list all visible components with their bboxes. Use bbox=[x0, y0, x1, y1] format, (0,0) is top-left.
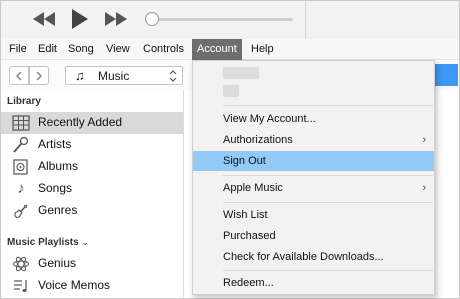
menu-item-label: Apple Music bbox=[223, 182, 283, 194]
playlists-heading-label: Music Playlists bbox=[7, 237, 79, 248]
account-avatar-placeholder bbox=[223, 67, 259, 79]
menu-item-purchased[interactable]: Purchased bbox=[193, 226, 434, 246]
chevron-left-icon bbox=[15, 71, 22, 81]
volume-slider-track[interactable] bbox=[153, 18, 293, 21]
lcd-display-area bbox=[305, 1, 459, 39]
chevron-right-icon bbox=[36, 71, 43, 81]
sidebar-item-label: Songs bbox=[38, 181, 73, 195]
sidebar-item-artists[interactable]: Artists bbox=[1, 134, 183, 156]
fast-forward-icon[interactable] bbox=[103, 10, 129, 28]
updown-chevron-icon bbox=[169, 70, 177, 82]
menu-item-sign-out[interactable]: Sign Out bbox=[193, 151, 434, 171]
menu-help[interactable]: Help bbox=[247, 39, 278, 60]
volume-slider-thumb[interactable] bbox=[145, 12, 159, 26]
account-menu-dropdown: View My Account... Authorizations › Sign… bbox=[192, 60, 435, 295]
album-icon bbox=[13, 159, 28, 175]
menu-file[interactable]: File bbox=[5, 39, 31, 60]
menu-item-authorizations[interactable]: Authorizations › bbox=[193, 130, 434, 150]
menu-item-apple-music[interactable]: Apple Music › bbox=[193, 178, 434, 198]
account-name-placeholder bbox=[223, 85, 239, 97]
sidebar-item-label: Genres bbox=[38, 203, 78, 217]
menu-separator bbox=[223, 202, 433, 203]
menu-item-view-my-account[interactable]: View My Account... bbox=[193, 109, 434, 129]
rewind-icon[interactable] bbox=[31, 10, 57, 28]
chevron-down-icon: ⌄ bbox=[81, 237, 90, 247]
microphone-icon bbox=[13, 136, 29, 153]
sidebar-item-label: Recently Added bbox=[38, 115, 123, 129]
music-note-icon: ♫ bbox=[75, 68, 85, 83]
menu-bar: File Edit Song View Controls Account Hel… bbox=[1, 39, 459, 60]
sidebar-item-recently-added[interactable]: Recently Added bbox=[1, 112, 183, 134]
music-note-icon: ♪ bbox=[17, 180, 25, 197]
menu-song[interactable]: Song bbox=[64, 39, 98, 60]
media-kind-select[interactable]: ♫ Music bbox=[65, 66, 183, 85]
chevron-right-icon: › bbox=[422, 182, 426, 194]
menu-separator bbox=[223, 270, 433, 271]
menu-separator bbox=[223, 175, 433, 176]
media-kind-label: Music bbox=[98, 69, 130, 83]
menu-separator bbox=[223, 105, 433, 106]
menu-item-wish-list[interactable]: Wish List bbox=[193, 205, 434, 225]
sidebar-item-label: Voice Memos bbox=[38, 278, 111, 292]
sidebar-item-songs[interactable]: ♪ Songs bbox=[1, 178, 183, 200]
menu-item-check-downloads[interactable]: Check for Available Downloads... bbox=[193, 247, 434, 267]
menu-edit[interactable]: Edit bbox=[34, 39, 61, 60]
sidebar-item-label: Artists bbox=[38, 137, 72, 151]
sidebar-item-genres[interactable]: Genres bbox=[1, 200, 183, 222]
sidebar-item-label: Albums bbox=[38, 159, 79, 173]
sidebar-item-label: Genius bbox=[38, 256, 77, 270]
library-heading: Library bbox=[7, 96, 41, 107]
sidebar-item-albums[interactable]: Albums bbox=[1, 156, 183, 178]
play-icon[interactable] bbox=[69, 8, 89, 30]
guitar-icon bbox=[14, 204, 28, 218]
playlist-icon bbox=[14, 280, 27, 292]
sidebar-item-genius[interactable]: Genius bbox=[1, 253, 183, 275]
sidebar-item-voice-memos[interactable]: Voice Memos bbox=[1, 275, 183, 297]
menu-item-redeem[interactable]: Redeem... bbox=[193, 273, 434, 293]
sidebar: Library Recently Added Artists Albums ♪ … bbox=[1, 90, 184, 298]
playlists-heading[interactable]: Music Playlists ⌄ bbox=[7, 237, 89, 248]
menu-controls[interactable]: Controls bbox=[139, 39, 188, 60]
back-button[interactable] bbox=[9, 66, 29, 85]
forward-button[interactable] bbox=[29, 66, 49, 85]
grid-icon bbox=[12, 115, 30, 131]
player-controls-bar bbox=[1, 1, 459, 39]
menu-view[interactable]: View bbox=[102, 39, 134, 60]
genius-atom-icon bbox=[13, 256, 29, 272]
menu-account[interactable]: Account bbox=[192, 39, 242, 60]
menu-item-label: Authorizations bbox=[223, 134, 293, 146]
chevron-right-icon: › bbox=[422, 134, 426, 146]
